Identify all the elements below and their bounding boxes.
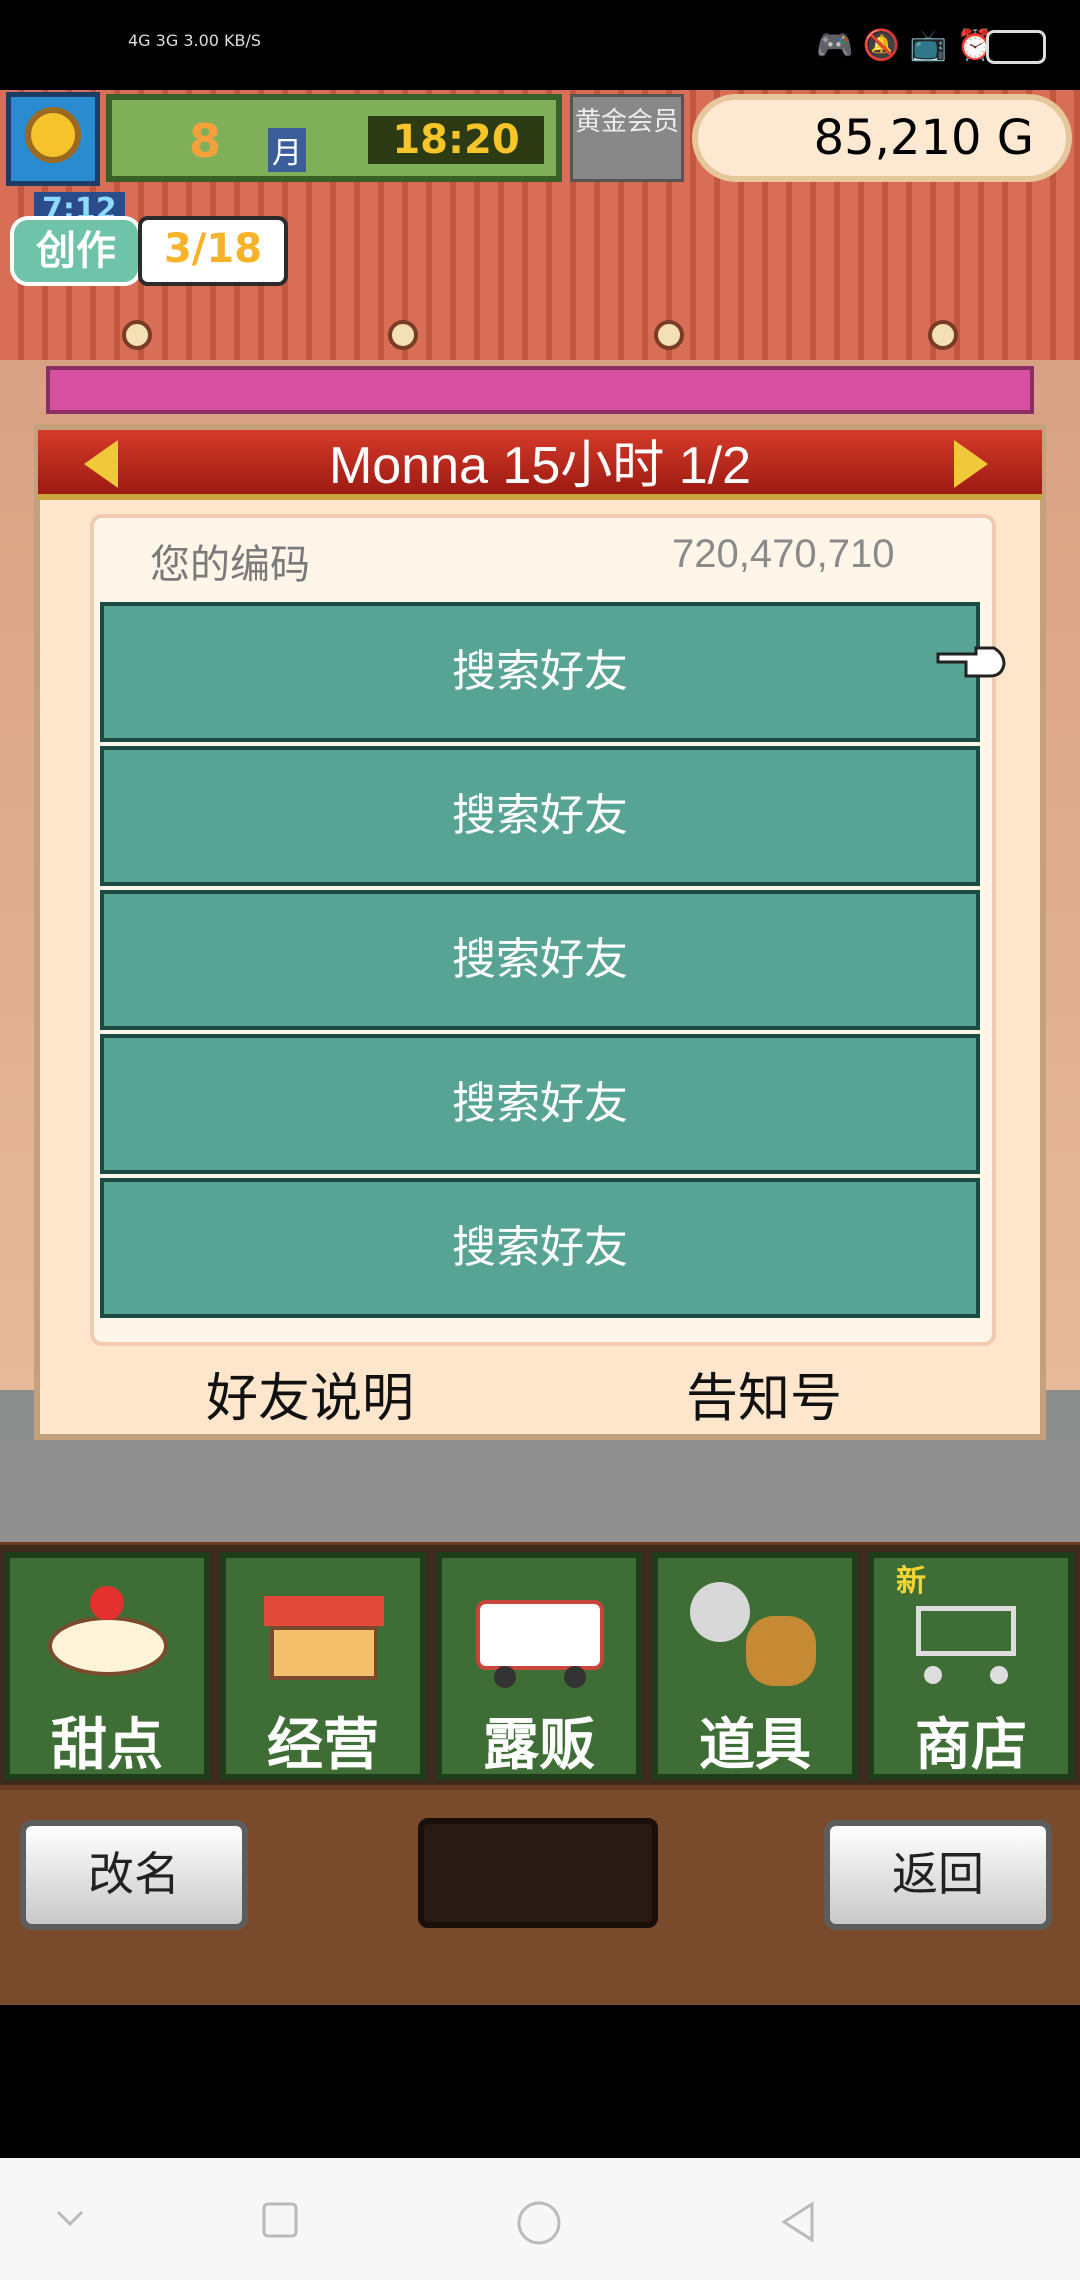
battery-indicator: 36 [986,30,1046,64]
status-icons: 🎮 🔕 📺 ⏰ [816,28,994,63]
nav-store-label: 商店 [915,1713,1027,1778]
sunflower-icon[interactable] [6,92,100,186]
cake-icon [38,1576,178,1686]
cast-icon: 📺 [909,28,948,63]
gold-member-badge[interactable]: 黄金会员 [570,94,684,182]
game-clock: 18:20 [368,116,544,164]
home-icon[interactable] [516,2200,562,2246]
month-number: 8 [188,114,221,168]
center-display [418,1818,658,1928]
mute-icon: 🔕 [862,28,901,63]
search-friend-button[interactable]: 搜索好友 [100,602,980,742]
lamp-icon [654,320,684,350]
dialog-title: Monna 15小时 1/2 [328,437,752,495]
friend-help-button[interactable]: 好友说明 [206,1356,414,1431]
lamp-icon [122,320,152,350]
month-label: 月 [268,128,306,172]
item-bag-icon [686,1576,826,1686]
create-button[interactable]: 创作 [10,216,142,286]
back-button[interactable]: 返回 [824,1820,1052,1930]
street [0,1442,1080,1542]
search-friend-button[interactable]: 搜索好友 [100,746,980,886]
your-code-label: 您的编码 [150,542,310,588]
create-count: 3/18 [138,216,288,286]
search-friend-button[interactable]: 搜索好友 [100,1034,980,1174]
sunflower-petals [25,107,81,163]
chevron-down-icon[interactable] [52,2200,88,2236]
recent-apps-icon[interactable] [260,2200,300,2240]
nav-dessert-label: 甜点 [51,1713,163,1778]
status-time: 22:05 [34,28,121,63]
next-page-arrow-icon[interactable] [954,440,988,488]
search-friend-button[interactable]: 搜索好友 [100,890,980,1030]
pointing-hand-icon [936,646,1006,678]
shopping-cart-icon [902,1576,1042,1686]
shop-building-icon [254,1576,394,1686]
notify-button[interactable]: 告知号 [686,1356,842,1431]
shop-awning [46,366,1034,414]
search-friend-button[interactable]: 搜索好友 [100,1178,980,1318]
lamp-icon [928,320,958,350]
rename-button[interactable]: 改名 [20,1820,248,1930]
food-truck-icon [470,1576,610,1688]
your-code-value: 720,470,710 [672,532,895,576]
lamp-icon [388,320,418,350]
gamepad-icon: 🎮 [816,28,854,63]
nav-management-label: 经营 [267,1713,379,1778]
status-network: 4G 3G 3.00 KB/S [128,31,262,50]
nav-stall-label: 露贩 [483,1713,595,1778]
money-display: 85,210 G [692,94,1072,182]
prev-page-arrow-icon[interactable] [84,440,118,488]
nav-items-label: 道具 [699,1713,811,1778]
back-icon[interactable] [778,2200,818,2244]
